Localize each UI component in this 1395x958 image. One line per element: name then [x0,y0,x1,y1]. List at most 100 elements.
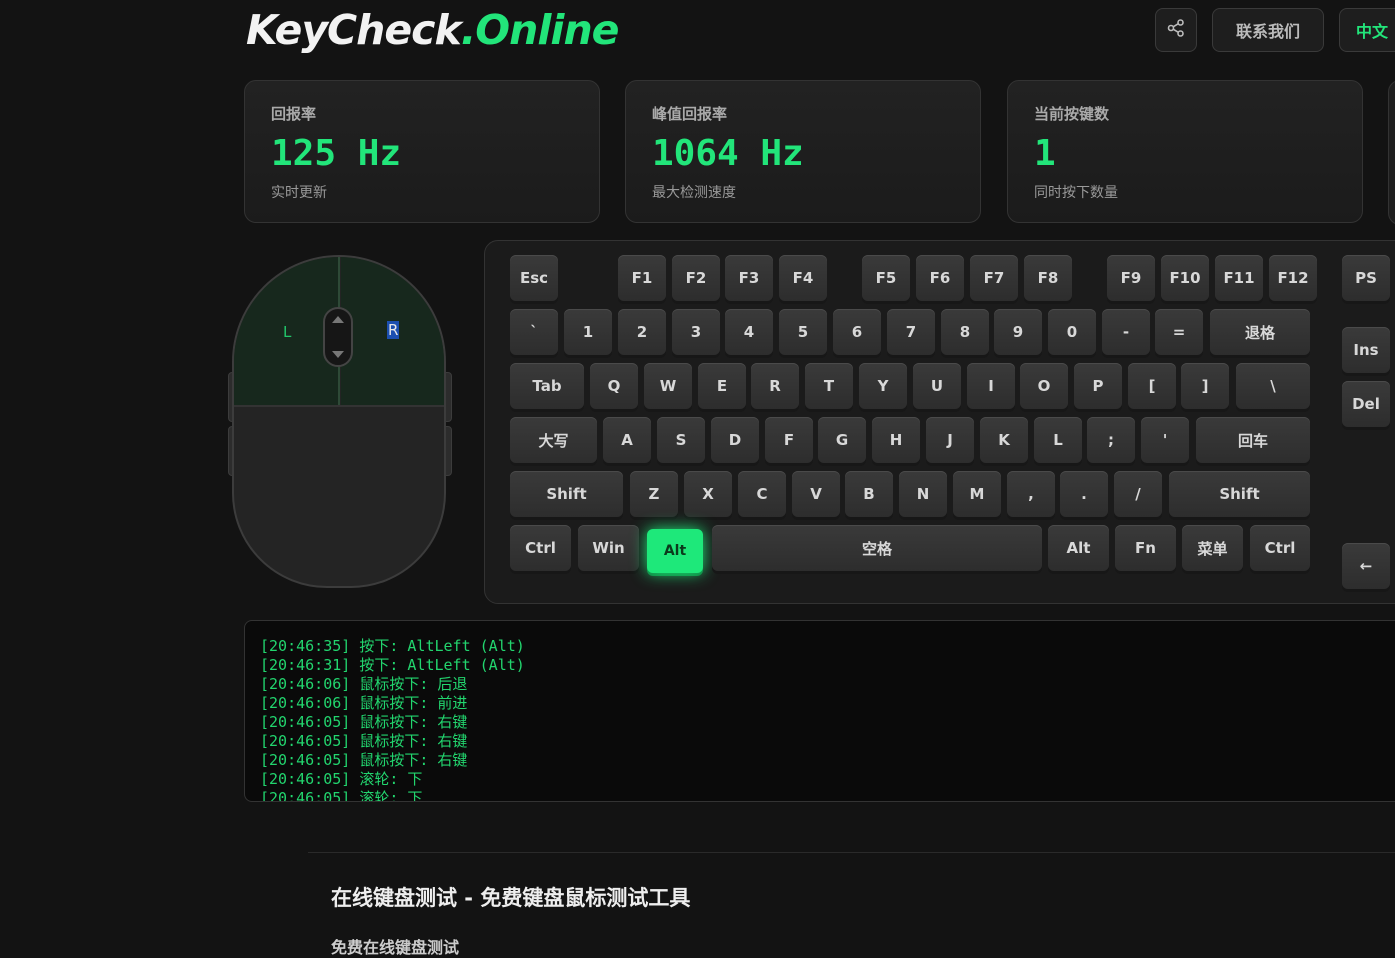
key-quote[interactable]: ' [1141,417,1189,463]
log-line: [20:46:31] 按下: AltLeft (Alt) [260,656,525,674]
key-d[interactable]: D [711,417,759,463]
key-backtick[interactable]: ` [510,309,558,355]
key-c[interactable]: C [738,471,786,517]
logo-main: KeyCheck [246,6,462,54]
key-y[interactable]: Y [859,363,907,409]
language-button[interactable]: 中文 [1339,8,1395,52]
log-line: [20:46:05] 滚轮: 下 [260,770,423,788]
key-s[interactable]: S [657,417,705,463]
contact-button[interactable]: 联系我们 [1212,8,1324,52]
key-t[interactable]: T [805,363,853,409]
key-1[interactable]: 1 [564,309,612,355]
key-v[interactable]: V [792,471,840,517]
key-9[interactable]: 9 [994,309,1042,355]
key-shift-right[interactable]: Shift [1169,471,1310,517]
key-minus[interactable]: - [1102,309,1150,355]
stat-label: 峰值回报率 [652,105,728,123]
key-z[interactable]: Z [630,471,678,517]
key-f9[interactable]: F9 [1107,255,1155,301]
key-equals[interactable]: = [1155,309,1203,355]
log-line: [20:46:05] 鼠标按下: 右键 [260,713,468,731]
content-title: 在线键盘测试 - 免费键盘鼠标测试工具 [331,886,691,910]
key-0[interactable]: 0 [1048,309,1096,355]
key-period[interactable]: . [1060,471,1108,517]
mouse-left-label: L [283,323,292,341]
key-backspace[interactable]: 退格 [1210,309,1310,355]
key-f4[interactable]: F4 [779,255,827,301]
key-u[interactable]: U [913,363,961,409]
mouse-diagram: L R [232,255,446,588]
key-ctrl-right[interactable]: Ctrl [1250,525,1310,571]
key-3[interactable]: 3 [672,309,720,355]
key-f3[interactable]: F3 [725,255,773,301]
site-logo[interactable]: KeyCheck.Online [246,6,619,54]
key-comma[interactable]: , [1007,471,1055,517]
key-alt-left[interactable]: Alt [647,529,703,573]
key-m[interactable]: M [953,471,1001,517]
log-line: [20:46:05] 滚轮: 下 [260,789,423,802]
key-backslash[interactable]: \ [1236,363,1310,409]
key-slash[interactable]: / [1114,471,1162,517]
key-right-bracket[interactable]: ] [1181,363,1229,409]
key-w[interactable]: W [644,363,692,409]
stat-card-polling-rate: 回报率 125 Hz 实时更新 [244,80,600,223]
key-p[interactable]: P [1074,363,1122,409]
key-f2[interactable]: F2 [672,255,720,301]
key-7[interactable]: 7 [887,309,935,355]
key-f10[interactable]: F10 [1161,255,1209,301]
share-button[interactable] [1155,8,1197,52]
event-log[interactable]: [20:46:35] 按下: AltLeft (Alt) [20:46:31] … [244,620,1395,802]
key-h[interactable]: H [872,417,920,463]
log-line: [20:46:06] 鼠标按下: 后退 [260,675,468,693]
key-8[interactable]: 8 [941,309,989,355]
key-enter[interactable]: 回车 [1196,417,1310,463]
key-b[interactable]: B [845,471,893,517]
key-ctrl-left[interactable]: Ctrl [510,525,571,571]
key-delete[interactable]: Del [1342,381,1390,427]
key-arrow-left[interactable]: ← [1342,543,1390,589]
key-i[interactable]: I [967,363,1015,409]
key-f6[interactable]: F6 [916,255,964,301]
key-left-bracket[interactable]: [ [1128,363,1176,409]
key-f5[interactable]: F5 [862,255,910,301]
key-menu[interactable]: 菜单 [1182,525,1243,571]
key-semicolon[interactable]: ; [1087,417,1135,463]
key-6[interactable]: 6 [833,309,881,355]
stat-sub: 实时更新 [271,185,327,201]
key-f[interactable]: F [765,417,813,463]
key-l[interactable]: L [1034,417,1082,463]
log-line: [20:46:05] 鼠标按下: 右键 [260,751,468,769]
key-n[interactable]: N [899,471,947,517]
key-4[interactable]: 4 [725,309,773,355]
key-tab[interactable]: Tab [510,363,584,409]
key-r[interactable]: R [751,363,799,409]
key-f8[interactable]: F8 [1024,255,1072,301]
key-f12[interactable]: F12 [1269,255,1317,301]
key-f7[interactable]: F7 [970,255,1018,301]
key-f1[interactable]: F1 [618,255,666,301]
key-q[interactable]: Q [590,363,638,409]
key-capslock[interactable]: 大写 [510,417,597,463]
key-alt-right[interactable]: Alt [1048,525,1109,571]
log-line: [20:46:35] 按下: AltLeft (Alt) [260,637,525,655]
key-shift-left[interactable]: Shift [510,471,623,517]
key-fn[interactable]: Fn [1115,525,1176,571]
key-esc[interactable]: Esc [510,255,558,301]
mouse-right-label: R [387,321,400,339]
key-x[interactable]: X [684,471,732,517]
key-win[interactable]: Win [578,525,639,571]
chevron-down-icon [332,351,344,358]
key-insert[interactable]: Ins [1342,327,1390,373]
key-printscreen[interactable]: PS [1342,255,1390,301]
key-o[interactable]: O [1020,363,1068,409]
key-j[interactable]: J [926,417,974,463]
key-g[interactable]: G [818,417,866,463]
key-e[interactable]: E [698,363,746,409]
key-5[interactable]: 5 [779,309,827,355]
key-space[interactable]: 空格 [712,525,1042,571]
key-f11[interactable]: F11 [1215,255,1263,301]
mouse-scroll-wheel[interactable] [323,307,353,367]
key-k[interactable]: K [980,417,1028,463]
key-a[interactable]: A [603,417,651,463]
key-2[interactable]: 2 [618,309,666,355]
